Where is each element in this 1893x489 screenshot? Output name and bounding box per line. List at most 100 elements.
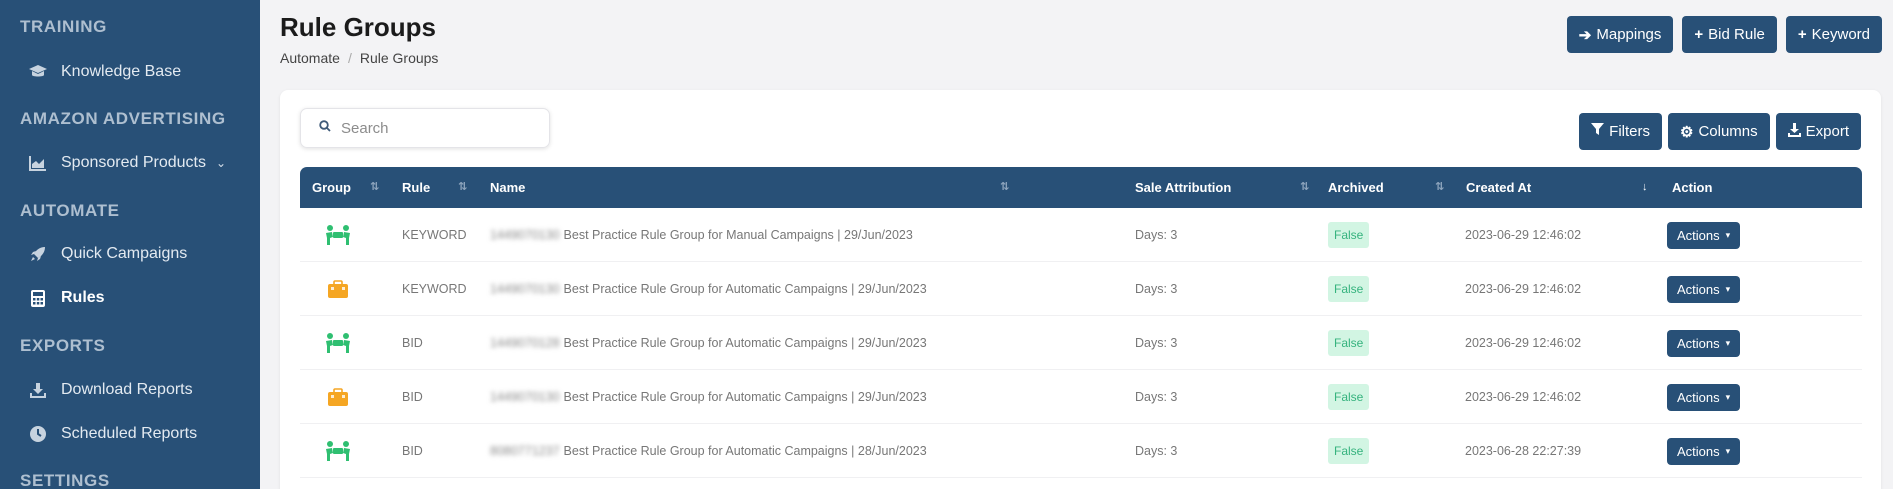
rocket-icon	[27, 243, 49, 265]
bid-rule-label: Bid Rule	[1708, 26, 1765, 43]
column-header-name[interactable]: Name	[490, 167, 525, 208]
sale-attribution: Days: 3	[1135, 282, 1178, 296]
filters-button[interactable]: Filters	[1579, 113, 1662, 150]
rule-type: BID	[402, 390, 423, 404]
gear-icon: ⚙	[1680, 123, 1694, 141]
sidebar-item-quick-campaigns[interactable]: Quick Campaigns	[0, 238, 260, 270]
area-chart-icon	[27, 152, 49, 174]
rule-group-name[interactable]: 1449070128 Best Practice Rule Group for A…	[490, 316, 927, 370]
created-at: 2023-06-29 12:46:02	[1465, 336, 1582, 350]
download-icon	[27, 379, 49, 401]
sort-icon[interactable]: ⇅	[1435, 167, 1444, 208]
action-cell: Actions ▾	[1667, 262, 1741, 316]
actions-dropdown-button[interactable]: Actions ▾	[1667, 329, 1741, 357]
chevron-down-icon: ⌄	[215, 156, 227, 170]
chevron-down-icon: ▾	[1725, 283, 1731, 294]
sidebar-section-exports: EXPORTS	[20, 336, 106, 355]
columns-label: Columns	[1698, 123, 1758, 140]
column-header-rule[interactable]: Rule	[402, 167, 430, 208]
table-tools: Filters ⚙ Columns Export	[1579, 113, 1861, 150]
created-at: 2023-06-29 12:46:02	[1465, 282, 1582, 296]
archived-cell: False	[1328, 424, 1370, 478]
sort-icon[interactable]: ⇅	[370, 167, 379, 208]
people-carry-icon	[324, 208, 352, 262]
archived-badge: False	[1328, 330, 1370, 356]
sort-icon[interactable]: ⇅	[458, 167, 467, 208]
actions-dropdown-button[interactable]: Actions ▾	[1667, 383, 1741, 411]
briefcase-icon	[324, 370, 352, 424]
sidebar-section-settings: SETTINGS	[20, 471, 110, 489]
search-box[interactable]	[300, 108, 550, 148]
archived-badge: False	[1328, 438, 1370, 464]
archived-badge: False	[1328, 222, 1370, 248]
rule-group-name[interactable]: 1449070130 Best Practice Rule Group for A…	[490, 262, 927, 316]
sidebar-item-download-reports[interactable]: Download Reports	[0, 374, 260, 406]
rule-group-name-text: Best Practice Rule Group for Automatic C…	[563, 444, 927, 458]
table-header: Group ⇅ Rule ⇅ Name ⇅ Sale Attribution ⇅…	[300, 167, 1862, 208]
filter-icon	[1591, 123, 1605, 140]
archived-cell: False	[1328, 316, 1370, 370]
clock-icon	[27, 423, 49, 445]
breadcrumb-automate[interactable]: Automate	[280, 50, 340, 66]
sidebar-section-automate: AUTOMATE	[20, 201, 120, 220]
sort-desc-icon[interactable]: ↓	[1642, 167, 1648, 208]
people-carry-icon	[324, 424, 352, 478]
sidebar-section-training: TRAINING	[20, 17, 107, 36]
rule-group-name[interactable]: 1449070130 Best Practice Rule Group for M…	[490, 208, 913, 262]
column-header-created-at[interactable]: Created At	[1466, 167, 1531, 208]
action-cell: Actions ▾	[1667, 208, 1741, 262]
mappings-button[interactable]: ➔ Mappings	[1566, 16, 1674, 53]
action-cell: Actions ▾	[1667, 370, 1741, 424]
sidebar-item-rules[interactable]: Rules	[0, 282, 260, 314]
chevron-down-icon: ▾	[1725, 391, 1731, 402]
table-row: KEYWORD 1449070130 Best Practice Rule Grou…	[300, 262, 1862, 316]
sidebar-item-label: Download Reports	[61, 381, 193, 398]
breadcrumb: Automate / Rule Groups	[280, 50, 438, 66]
action-cell: Actions ▾	[1667, 424, 1741, 478]
search-icon	[319, 119, 331, 137]
archived-cell: False	[1328, 370, 1370, 424]
actions-label: Actions	[1677, 335, 1720, 351]
search-input[interactable]	[341, 119, 521, 137]
created-at: 2023-06-28 22:27:39	[1465, 444, 1582, 458]
rule-group-name[interactable]: 8080771237 Best Practice Rule Group for A…	[490, 424, 927, 478]
actions-label: Actions	[1677, 227, 1720, 243]
sidebar-item-sponsored-products[interactable]: Sponsored Products ⌄	[0, 147, 260, 179]
actions-dropdown-button[interactable]: Actions ▾	[1667, 221, 1741, 249]
rule-groups-table: Group ⇅ Rule ⇅ Name ⇅ Sale Attribution ⇅…	[300, 167, 1862, 478]
rule-group-name-text: Best Practice Rule Group for Automatic C…	[563, 282, 927, 296]
created-at: 2023-06-29 12:46:02	[1465, 390, 1582, 404]
sidebar-item-label: Knowledge Base	[61, 63, 182, 80]
created-at: 2023-06-29 12:46:02	[1465, 228, 1582, 242]
sidebar-item-scheduled-reports[interactable]: Scheduled Reports	[0, 418, 260, 450]
sidebar-section-amazon-advertising: AMAZON ADVERTISING	[20, 109, 226, 128]
rule-group-name-text: Best Practice Rule Group for Automatic C…	[563, 336, 927, 350]
sidebar-item-label: Quick Campaigns	[61, 245, 188, 262]
add-bid-rule-button[interactable]: + Bid Rule	[1682, 16, 1777, 53]
rule-groups-card: Filters ⚙ Columns Export Group ⇅ Rule ⇅ …	[280, 90, 1881, 489]
sort-icon[interactable]: ⇅	[1300, 167, 1309, 208]
filters-label: Filters	[1609, 123, 1650, 140]
export-icon	[1787, 122, 1801, 141]
archived-badge: False	[1328, 276, 1370, 302]
columns-button[interactable]: ⚙ Columns	[1668, 113, 1770, 150]
redacted-id: 1449070130	[490, 228, 560, 242]
sort-icon[interactable]: ⇅	[1000, 167, 1009, 208]
rule-type: BID	[402, 336, 423, 350]
rule-type: BID	[402, 444, 423, 458]
chevron-down-icon: ▾	[1725, 445, 1731, 456]
page-title: Rule Groups	[280, 12, 437, 42]
sidebar-item-knowledge-base[interactable]: Knowledge Base	[0, 56, 260, 88]
plus-icon: +	[1694, 26, 1704, 43]
column-header-archived[interactable]: Archived	[1328, 167, 1384, 208]
sidebar-item-label: Sponsored Products	[61, 154, 206, 171]
column-header-sale-attribution[interactable]: Sale Attribution	[1135, 167, 1231, 208]
sale-attribution: Days: 3	[1135, 390, 1178, 404]
actions-dropdown-button[interactable]: Actions ▾	[1667, 437, 1741, 465]
export-button[interactable]: Export	[1775, 113, 1861, 150]
column-header-group[interactable]: Group	[312, 167, 351, 208]
actions-dropdown-button[interactable]: Actions ▾	[1667, 275, 1741, 303]
add-keyword-button[interactable]: + Keyword	[1785, 16, 1882, 53]
actions-label: Actions	[1677, 281, 1720, 297]
rule-group-name[interactable]: 1449070130 Best Practice Rule Group for A…	[490, 370, 927, 424]
